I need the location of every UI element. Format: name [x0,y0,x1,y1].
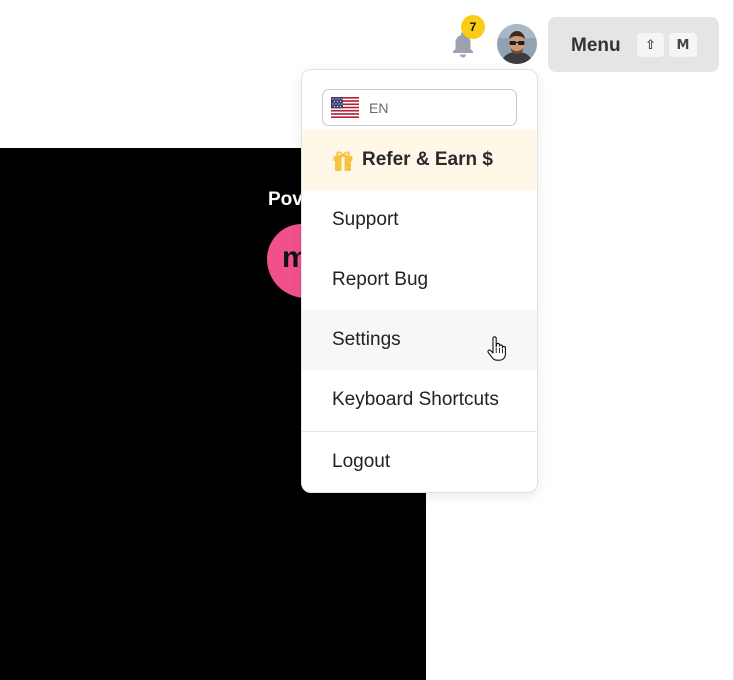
gift-icon [332,150,354,172]
language-code: EN [369,100,389,116]
user-avatar[interactable] [497,24,537,64]
menu-item-report-bug[interactable]: Report Bug [302,250,537,310]
menu-item-keyboard-shortcuts[interactable]: Keyboard Shortcuts [302,370,537,430]
language-selector[interactable]: EN [322,89,517,126]
us-flag-icon [331,97,359,118]
shift-key-hint: ⇧ [637,33,664,57]
menu-item-label: Report Bug [332,269,429,290]
menu-button[interactable]: Menu ⇧ M [548,17,719,72]
menu-item-logout[interactable]: Logout [302,432,537,492]
user-dropdown-menu: EN Refer & Earn $ Support Report Bug Set… [301,69,538,493]
menu-item-label: Logout [332,451,391,472]
menu-item-support[interactable]: Support [302,190,537,250]
menu-item-label: Support [332,209,399,230]
menu-item-label: Keyboard Shortcuts [332,389,499,410]
menu-item-label: Settings [332,329,401,350]
powered-by-text: Pov [268,189,303,210]
menu-item-settings[interactable]: Settings [302,310,537,370]
notification-count-badge: 7 [461,15,485,39]
m-key-hint: M [669,33,697,57]
menu-button-label: Menu [571,35,621,56]
menu-item-label: Refer & Earn $ [362,149,493,170]
menu-item-refer-earn[interactable]: Refer & Earn $ [302,130,537,190]
